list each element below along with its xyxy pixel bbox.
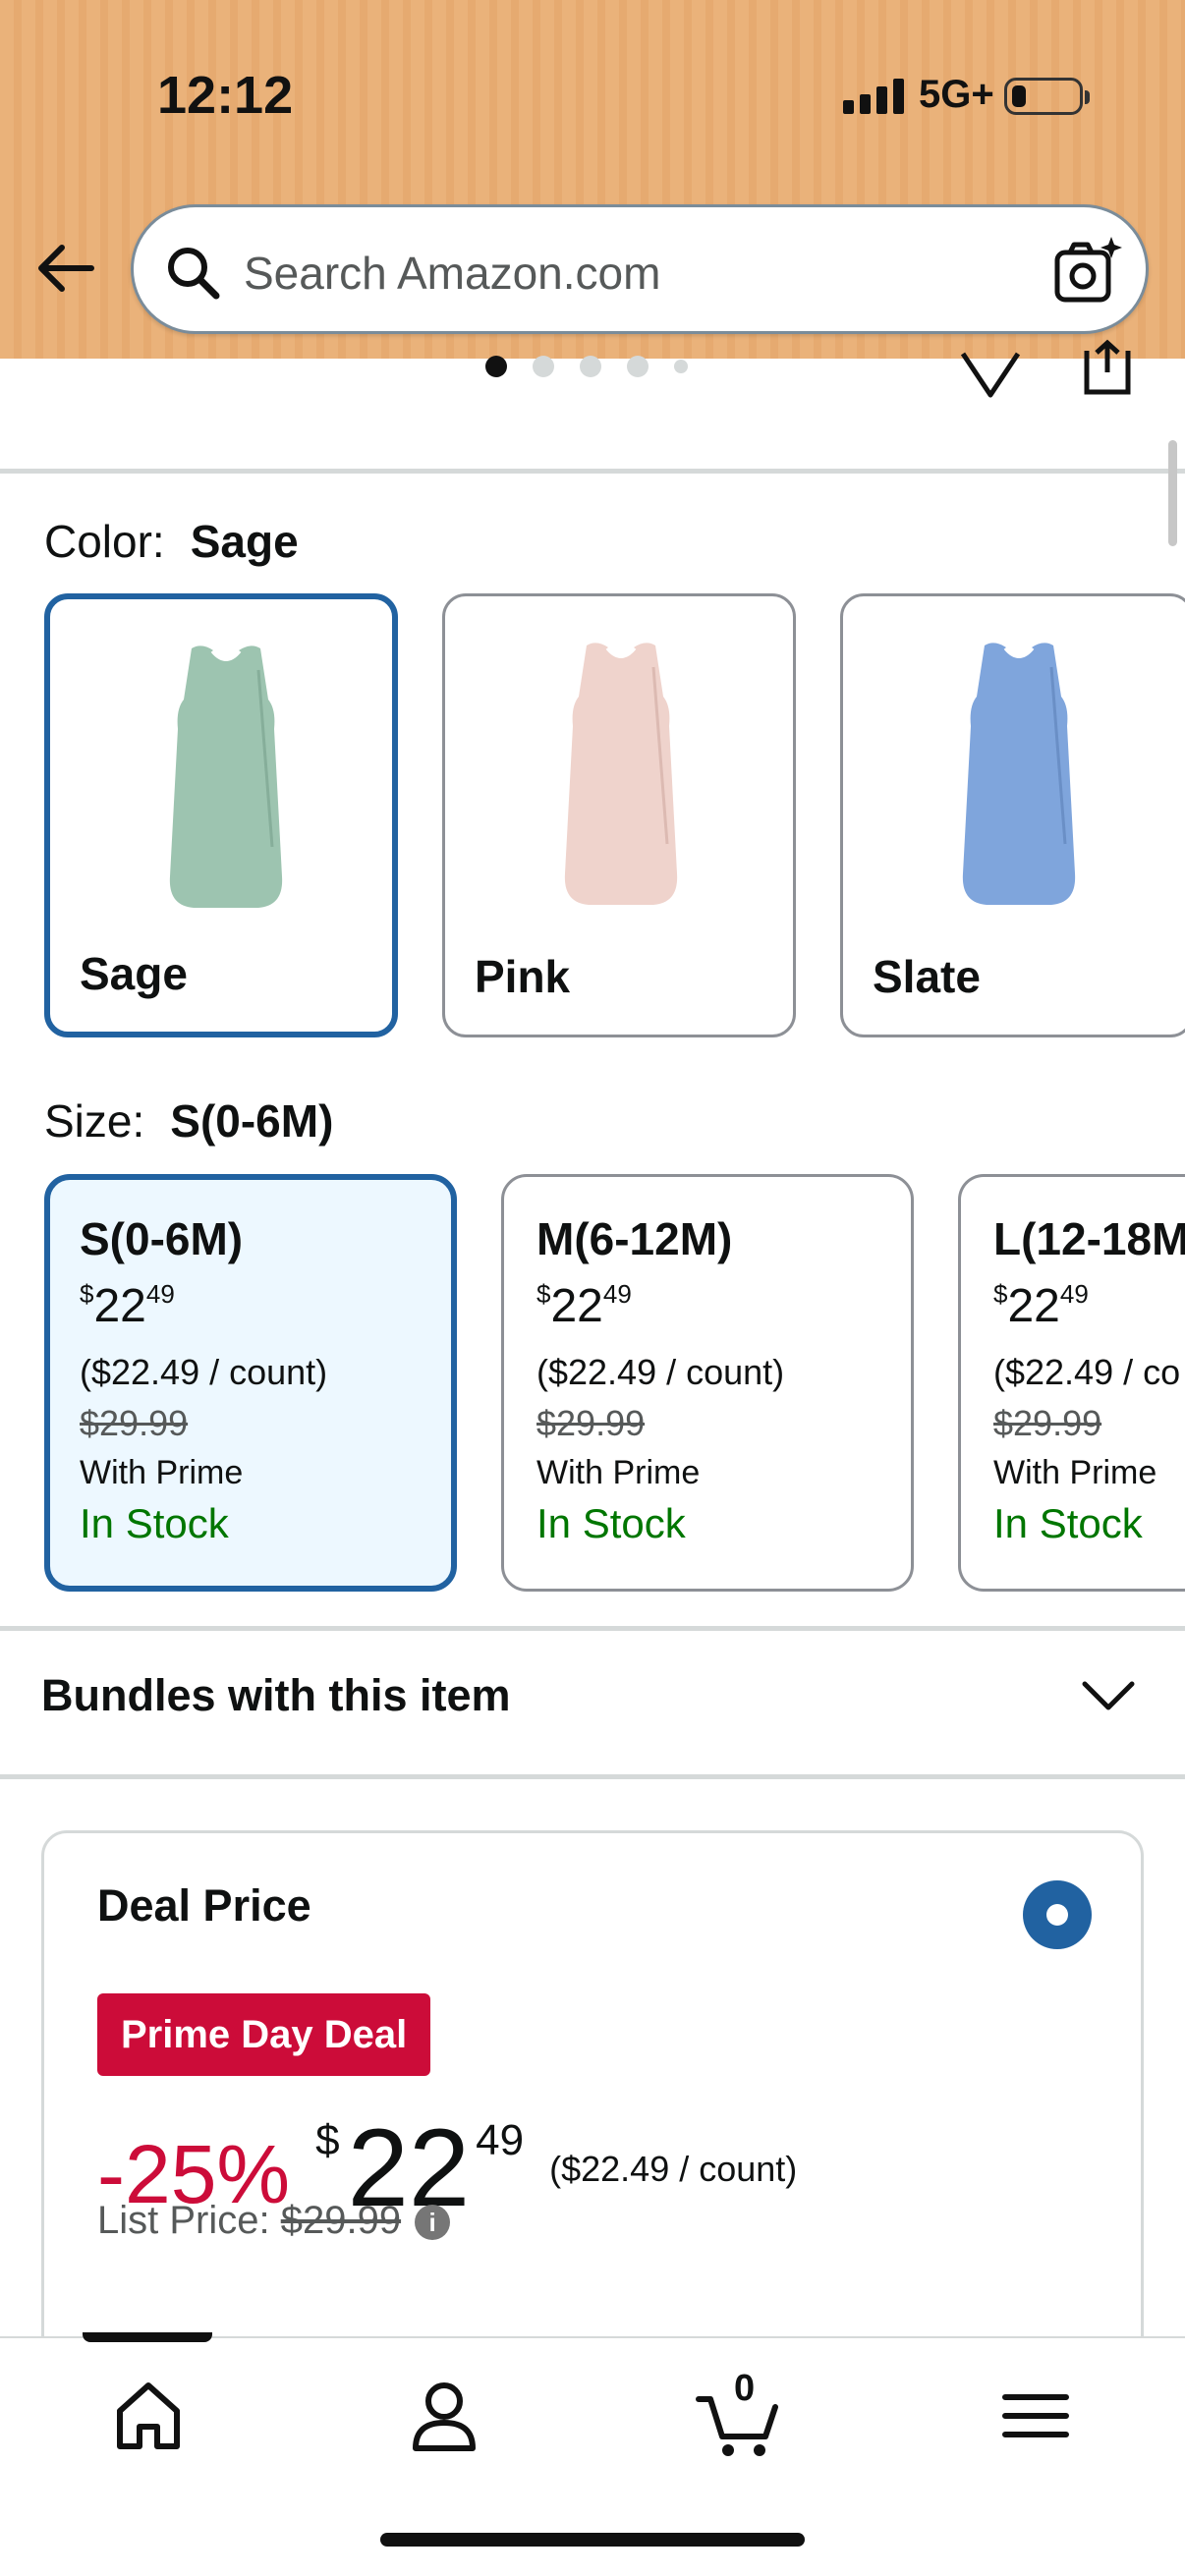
gallery-dot[interactable] [627, 356, 649, 377]
cart-button[interactable]: 0 [695, 2368, 783, 2460]
home-indicator [380, 2533, 805, 2547]
divider [0, 1626, 1185, 1631]
size-name: M(6-12M) [536, 1213, 733, 1264]
size-prime-label: With Prime [80, 1454, 244, 1491]
back-button[interactable] [31, 234, 100, 303]
share-icon[interactable] [1077, 339, 1138, 398]
swatch-label: Pink [475, 951, 571, 1002]
account-icon[interactable] [400, 2372, 488, 2460]
selected-color: Sage [190, 516, 299, 567]
camera-search-icon[interactable] [1052, 235, 1125, 308]
signal-icon [843, 79, 904, 114]
color-swatch-slate[interactable]: Slate [840, 593, 1185, 1037]
size-price: $2249 [536, 1279, 632, 1332]
gallery-pagination[interactable] [485, 356, 688, 377]
deal-title: Deal Price [97, 1880, 311, 1931]
active-tab-indicator [83, 2332, 212, 2342]
gallery-dot[interactable] [533, 356, 554, 377]
arrow-left-icon [38, 245, 94, 292]
sleep-sack-image [564, 643, 678, 905]
swatch-label: Slate [873, 951, 981, 1002]
heart-icon[interactable] [958, 346, 1023, 401]
size-name: S(0-6M) [80, 1213, 244, 1264]
gallery-dot[interactable] [580, 356, 601, 377]
search-input[interactable]: Search Amazon.com [131, 204, 1149, 334]
header: 12:12 5G+ Search Amazon.com [0, 0, 1185, 359]
search-icon [168, 248, 220, 300]
size-stock-status: In Stock [536, 1500, 686, 1546]
color-row-label: Color: Sage [44, 516, 299, 567]
size-unit-price: ($22.49 / count) [80, 1352, 328, 1392]
home-icon[interactable] [104, 2372, 193, 2460]
battery-icon [1004, 78, 1090, 115]
size-option-s[interactable]: S(0-6M) $2249 ($22.49 / count) $29.99 Wi… [44, 1174, 457, 1592]
bundles-heading[interactable]: Bundles with this item [41, 1670, 511, 1721]
status-time: 12:12 [157, 66, 294, 125]
deal-radio-button[interactable] [1023, 1880, 1092, 1949]
size-stock-status: In Stock [993, 1500, 1143, 1546]
search-placeholder: Search Amazon.com [244, 248, 661, 299]
prime-day-badge: Prime Day Deal [97, 1993, 431, 2076]
list-price: List Price: $29.99 i [97, 2199, 451, 2243]
color-swatch-pink[interactable]: Pink [442, 593, 796, 1037]
size-list-price: $29.99 [80, 1403, 189, 1443]
size-price: $2249 [993, 1279, 1089, 1332]
gallery-dot[interactable] [674, 360, 688, 373]
chevron-down-icon[interactable] [1081, 1678, 1136, 1713]
info-icon[interactable]: i [415, 2205, 451, 2241]
divider [0, 1774, 1185, 1779]
size-list-price: $29.99 [993, 1403, 1102, 1443]
selected-size: S(0-6M) [170, 1095, 334, 1147]
size-prime-label: With Prime [993, 1454, 1157, 1491]
sleep-sack-image [169, 645, 283, 908]
swatch-label: Sage [80, 948, 188, 999]
gallery-dot[interactable] [485, 356, 507, 377]
size-row-label: Size: S(0-6M) [44, 1095, 334, 1147]
scrollbar[interactable] [1168, 440, 1177, 546]
size-unit-price: ($22.49 / co [993, 1352, 1181, 1392]
cart-count: 0 [734, 2368, 756, 2409]
divider [0, 469, 1185, 474]
network-label: 5G+ [919, 73, 994, 116]
size-stock-status: In Stock [80, 1500, 229, 1546]
size-name: L(12-18M [993, 1213, 1185, 1264]
menu-icon[interactable] [991, 2372, 1080, 2460]
size-option-m[interactable]: M(6-12M) $2249 ($22.49 / count) $29.99 W… [501, 1174, 914, 1592]
color-swatch-sage[interactable]: Sage [44, 593, 398, 1037]
size-price: $2249 [80, 1279, 175, 1332]
deal-unit-price: ($22.49 / count) [549, 2149, 798, 2189]
size-list-price: $29.99 [536, 1403, 646, 1443]
size-prime-label: With Prime [536, 1454, 701, 1491]
size-unit-price: ($22.49 / count) [536, 1352, 785, 1392]
sleep-sack-image [962, 643, 1076, 905]
size-option-l[interactable]: L(12-18M $2249 ($22.49 / co $29.99 With … [958, 1174, 1185, 1592]
